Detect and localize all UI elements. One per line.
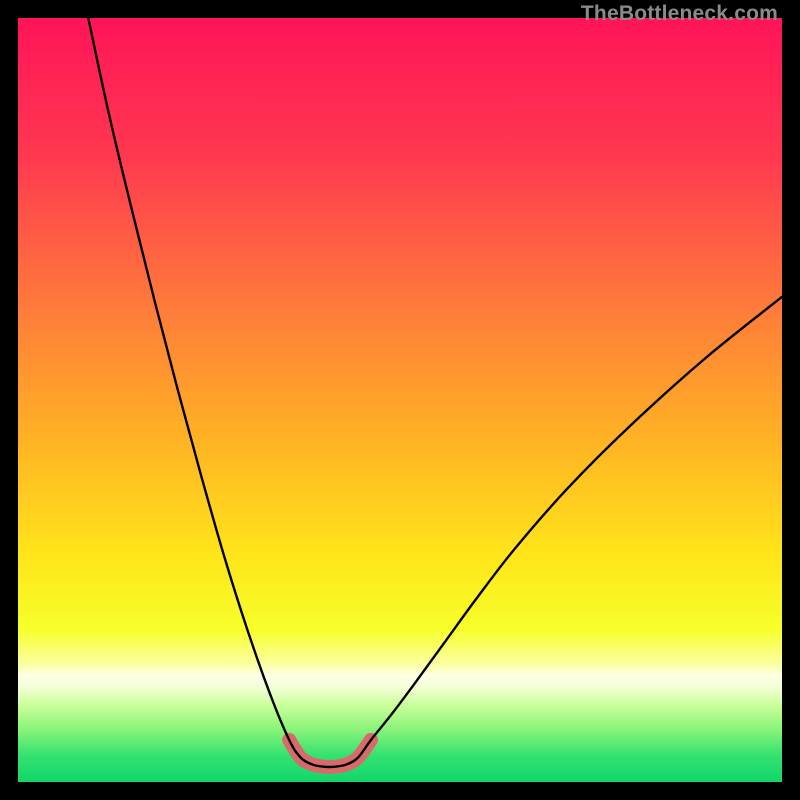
watermark-text: TheBottleneck.com	[581, 2, 778, 26]
chart-inner	[18, 18, 782, 782]
chart-stage: TheBottleneck.com	[0, 0, 800, 800]
bottleneck-chart	[18, 18, 782, 782]
chart-background	[18, 18, 782, 782]
